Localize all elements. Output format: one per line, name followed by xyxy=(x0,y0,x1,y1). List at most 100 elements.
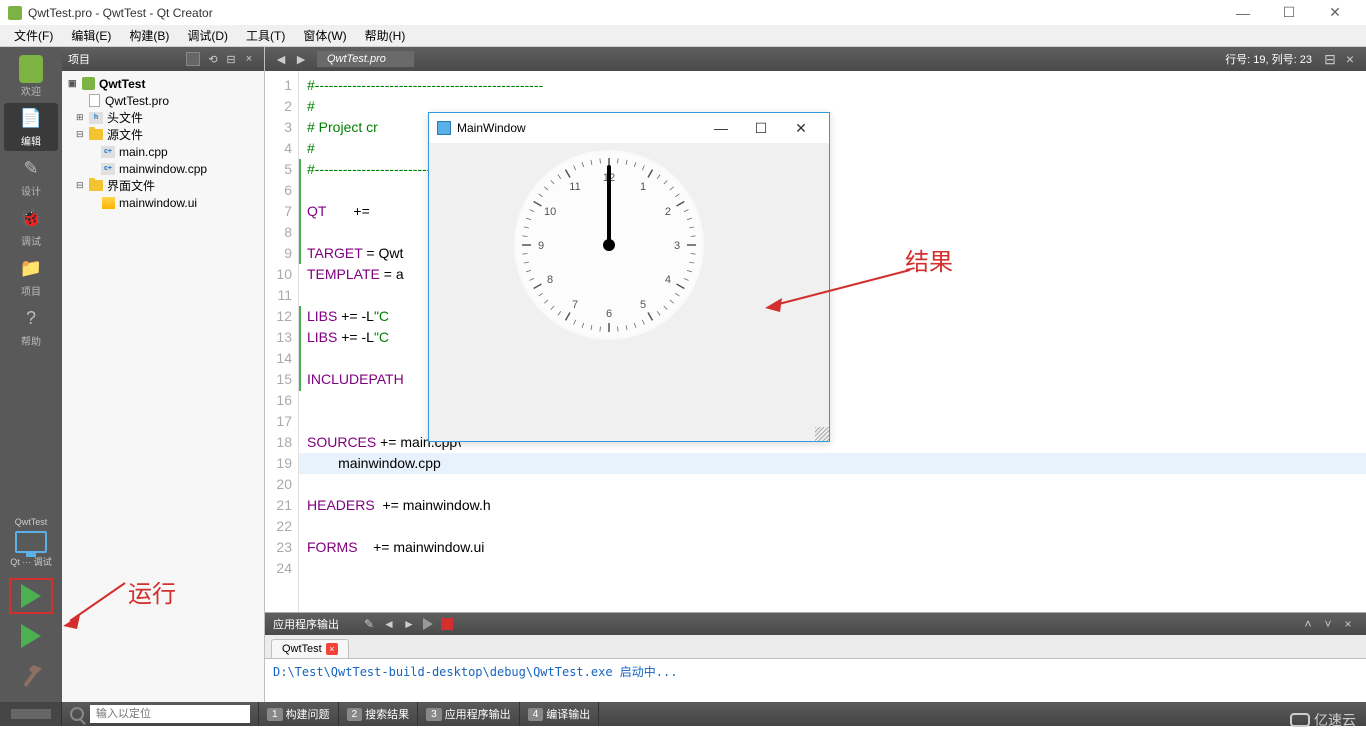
projects-icon: 📁 xyxy=(19,257,43,281)
minimize-button[interactable]: — xyxy=(1220,0,1266,25)
locator-input[interactable] xyxy=(90,705,250,723)
close-button[interactable]: ✕ xyxy=(1312,0,1358,25)
sb-pane-1[interactable]: 1构建问题 xyxy=(259,702,339,726)
menu-window[interactable]: 窗体(W) xyxy=(295,25,354,46)
tree-pro-file[interactable]: QwtTest.pro xyxy=(64,92,262,109)
build-button[interactable] xyxy=(9,658,53,694)
output-prev-icon[interactable]: ◄ xyxy=(380,617,398,631)
kit-selector-icon[interactable] xyxy=(15,531,47,553)
cpp-icon: c+ xyxy=(101,163,115,175)
header-folder-icon: h xyxy=(89,112,103,124)
tree-folder-forms[interactable]: ⊟界面文件 xyxy=(64,177,262,194)
play-debug-icon xyxy=(21,624,41,648)
watermark: 亿速云 xyxy=(1290,710,1356,730)
nav-back-icon[interactable]: ◄ xyxy=(271,51,291,67)
sb-pane-2[interactable]: 2搜索结果 xyxy=(339,702,419,726)
editor-toolbar: ◄ ► QwtTest.pro 行号: 19, 列号: 23 ⊟ × xyxy=(265,47,1366,71)
svg-text:3: 3 xyxy=(674,240,680,252)
svg-text:11: 11 xyxy=(569,181,580,193)
editor-close-icon[interactable]: × xyxy=(1340,51,1360,67)
mode-help[interactable]: ?帮助 xyxy=(4,303,58,351)
watermark-icon xyxy=(1290,713,1310,727)
qt-icon xyxy=(19,55,43,83)
output-collapse-icon[interactable]: ˅ xyxy=(1319,617,1337,631)
output-run-icon[interactable] xyxy=(423,618,433,630)
output-up-icon[interactable]: ˄ xyxy=(1299,617,1317,631)
menubar: 文件(F) 编辑(E) 构建(B) 调试(D) 工具(T) 窗体(W) 帮助(H… xyxy=(0,25,1366,47)
tree-root[interactable]: ▣QwtTest xyxy=(64,75,262,92)
popup-title-text: MainWindow xyxy=(457,121,526,135)
annotation-run: 运行 xyxy=(128,574,176,609)
tab-close-icon[interactable]: × xyxy=(326,643,338,655)
output-tabs: QwtTest × xyxy=(265,635,1366,659)
maximize-button[interactable]: ☐ xyxy=(1266,0,1312,25)
tree-folder-sources[interactable]: ⊟源文件 xyxy=(64,126,262,143)
project-pane-title: 项目 xyxy=(68,51,90,67)
mode-debug[interactable]: 🐞调试 xyxy=(4,203,58,251)
output-close-icon[interactable]: × xyxy=(1339,617,1357,631)
mode-projects[interactable]: 📁项目 xyxy=(4,253,58,301)
window-titlebar: QwtTest.pro - QwtTest - Qt Creator — ☐ ✕ xyxy=(0,0,1366,25)
sb-pane-4[interactable]: 4编译输出 xyxy=(520,702,600,726)
arrow-run-icon xyxy=(55,573,135,633)
hammer-icon xyxy=(20,665,42,687)
line-gutter: 123456789101112131415161718192021222324 xyxy=(265,71,299,612)
debug-icon: 🐞 xyxy=(19,207,43,231)
popup-titlebar[interactable]: MainWindow — ☐ ✕ xyxy=(429,113,829,143)
menu-debug[interactable]: 调试(D) xyxy=(179,25,236,46)
folder-icon xyxy=(89,129,103,140)
mode-sidebar: 欢迎 📄编辑 ✎设计 🐞调试 📁项目 ?帮助 QwtTest Qt ··· 调试 xyxy=(0,47,62,702)
output-clear-icon[interactable]: ✎ xyxy=(360,617,378,631)
menu-help[interactable]: 帮助(H) xyxy=(357,25,414,46)
mode-welcome[interactable]: 欢迎 xyxy=(4,53,58,101)
svg-text:2: 2 xyxy=(665,206,671,218)
tree-file-mainwindow[interactable]: c+mainwindow.cpp xyxy=(64,160,262,177)
sb-pane-3[interactable]: 3应用程序输出 xyxy=(418,702,520,726)
file-icon xyxy=(89,94,100,107)
play-icon xyxy=(21,584,41,608)
kit-project-label: QwtTest xyxy=(15,517,48,527)
menu-edit[interactable]: 编辑(E) xyxy=(63,25,119,46)
close-pane-icon[interactable]: × xyxy=(240,53,258,65)
folder-icon xyxy=(89,180,103,191)
debug-run-button[interactable] xyxy=(9,618,53,654)
menu-build[interactable]: 构建(B) xyxy=(121,25,177,46)
editor-menu-icon[interactable]: ⊟ xyxy=(1320,51,1340,68)
cursor-position: 行号: 19, 列号: 23 xyxy=(1225,51,1312,67)
tree-file-ui[interactable]: mainwindow.ui xyxy=(64,194,262,211)
run-button[interactable] xyxy=(9,578,53,614)
svg-text:5: 5 xyxy=(640,299,646,311)
output-tab-qwttest[interactable]: QwtTest × xyxy=(271,639,349,658)
popup-minimize-button[interactable]: — xyxy=(701,120,741,136)
popup-close-button[interactable]: ✕ xyxy=(781,120,821,137)
editor-file-dropdown[interactable]: QwtTest.pro xyxy=(317,51,414,67)
nav-fwd-icon[interactable]: ► xyxy=(291,51,311,67)
menu-tools[interactable]: 工具(T) xyxy=(238,25,293,46)
output-next-icon[interactable]: ► xyxy=(400,617,418,631)
menu-file[interactable]: 文件(F) xyxy=(6,25,61,46)
output-title: 应用程序输出 xyxy=(273,616,339,632)
filter-icon[interactable] xyxy=(186,52,200,66)
qt-logo-icon xyxy=(8,6,22,20)
tree-folder-headers[interactable]: ⊞h头文件 xyxy=(64,109,262,126)
output-header: 应用程序输出 ✎ ◄ ► ˄ ˅ × xyxy=(265,613,1366,635)
mode-edit[interactable]: 📄编辑 xyxy=(4,103,58,151)
popup-maximize-button[interactable]: ☐ xyxy=(741,120,781,137)
qt-project-icon xyxy=(82,77,95,90)
output-body[interactable]: D:\Test\QwtTest-build-desktop\debug\QwtT… xyxy=(265,659,1366,702)
tree-file-main[interactable]: c+main.cpp xyxy=(64,143,262,160)
svg-text:6: 6 xyxy=(606,308,612,320)
svg-text:10: 10 xyxy=(544,206,556,218)
sb-progress xyxy=(0,702,62,726)
help-icon: ? xyxy=(19,307,43,331)
ui-icon xyxy=(102,197,115,209)
cpp-icon: c+ xyxy=(101,146,115,158)
output-stop-icon[interactable] xyxy=(441,618,453,630)
design-icon: ✎ xyxy=(19,157,43,181)
svg-text:4: 4 xyxy=(665,274,671,286)
split-icon[interactable]: ⊟ xyxy=(222,53,240,66)
mode-design[interactable]: ✎设计 xyxy=(4,153,58,201)
sb-search xyxy=(62,702,259,726)
popup-app-icon xyxy=(437,121,451,135)
sync-icon[interactable]: ⟲ xyxy=(204,53,222,66)
